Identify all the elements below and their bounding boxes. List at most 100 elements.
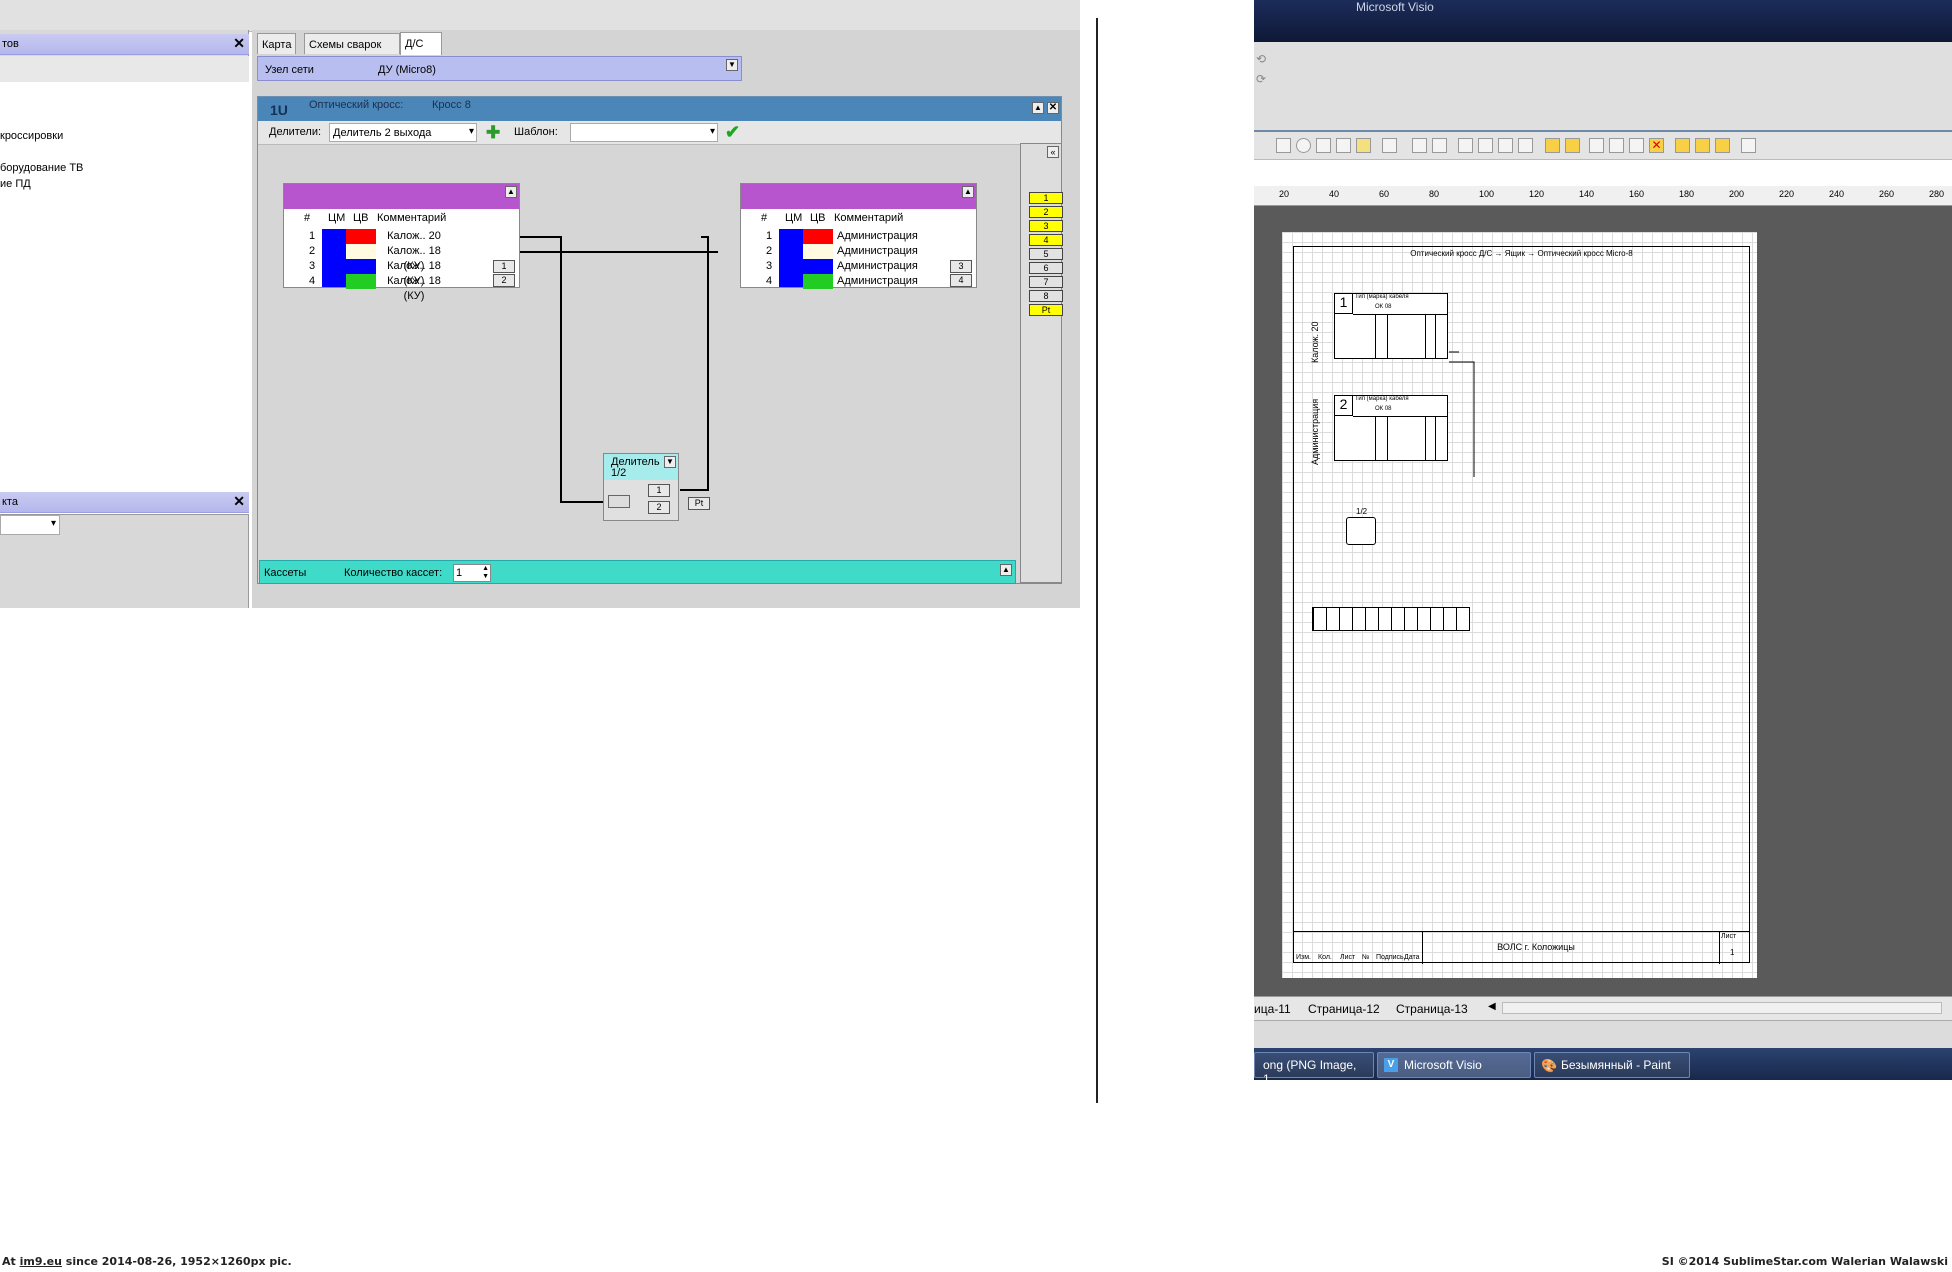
port-list-item[interactable]: 8 xyxy=(1029,290,1063,302)
block-side-label: Калож. 20 xyxy=(1310,321,1320,363)
objects-panel-toolbar xyxy=(0,56,249,82)
group-tool-icon[interactable] xyxy=(1412,138,1427,153)
taskbar-item-visio[interactable]: V Microsoft Visio xyxy=(1377,1052,1531,1078)
table-row[interactable]: 3 Администрация 3 xyxy=(741,259,976,274)
ribbon-icon[interactable]: ⟳ xyxy=(1256,72,1266,86)
port-box[interactable]: 2 xyxy=(493,274,515,287)
properties-tool-icon[interactable] xyxy=(1741,138,1756,153)
ruler-tick-label: 100 xyxy=(1479,189,1495,199)
visio-splitter[interactable] xyxy=(1346,517,1376,545)
table-row[interactable]: 4 Калож.. 18 (КУ) 2 xyxy=(284,274,519,302)
port-list-item[interactable]: 4 xyxy=(1029,234,1063,246)
footer-source: At im9.eu since 2014-08-26, 1952×1260px … xyxy=(2,1255,292,1268)
layout-tool-icon[interactable] xyxy=(1695,138,1710,153)
footer-link[interactable]: im9.eu xyxy=(20,1255,62,1268)
close-icon[interactable]: ✕ xyxy=(1649,138,1664,153)
port-list-item[interactable]: Pt xyxy=(1029,304,1063,316)
tree-item[interactable]: ие ПД xyxy=(0,178,31,190)
visio-titlebar: Microsoft Visio xyxy=(1254,0,1952,42)
zoom-icon[interactable] xyxy=(1629,138,1644,153)
cassette-count-label: Количество кассет: xyxy=(344,567,443,579)
cable-block-2[interactable]: 2 Тип (марка) кабеля ОК 08 xyxy=(1334,395,1448,461)
cable-block-1[interactable]: 1 Тип (марка) кабеля ОК 08 xyxy=(1334,293,1448,359)
collapse-icon[interactable]: ▲ xyxy=(962,186,974,198)
collapse-icon[interactable]: ▲ xyxy=(1000,564,1012,576)
align-tool-icon[interactable] xyxy=(1518,138,1533,153)
paint-app-icon: 🎨 xyxy=(1541,1058,1558,1073)
delete-shape-icon[interactable] xyxy=(1589,138,1604,153)
connection-tool-icon[interactable] xyxy=(1545,138,1560,153)
chevron-down-icon[interactable]: ▼ xyxy=(664,456,676,468)
app-top-strip xyxy=(0,0,1080,32)
table-row[interactable]: 3 Калож.. 18 (КУ) 1 xyxy=(284,259,519,287)
page-tab[interactable]: Страница-13 xyxy=(1396,1002,1468,1016)
row-comment: Калож.. 18 (КУ) xyxy=(387,275,441,302)
layout-tool-icon[interactable] xyxy=(1675,138,1690,153)
port-box[interactable]: 1 xyxy=(493,260,515,273)
splitter-input-port[interactable] xyxy=(608,495,630,508)
splitter-output-port[interactable]: 1 xyxy=(648,484,670,497)
tree-item[interactable]: борудование ТВ xyxy=(0,162,83,174)
fiber-color-cell xyxy=(346,229,376,244)
row-number: 2 xyxy=(766,245,773,257)
splitter-output-port[interactable]: 2 xyxy=(648,501,670,514)
close-icon[interactable]: ✕ xyxy=(233,35,245,52)
tab-ds[interactable]: Д/С xyxy=(400,32,442,55)
table-row[interactable]: 2 Калож.. 18 (КУ) xyxy=(284,244,519,272)
drawing-canvas[interactable]: Оптический кросс Д/С → Ящик → Оптический… xyxy=(1254,206,1952,996)
ribbon-icon[interactable]: ⟲ xyxy=(1256,52,1266,66)
visio-ports-table[interactable] xyxy=(1312,607,1470,631)
align-tool-icon[interactable] xyxy=(1478,138,1493,153)
tab-map[interactable]: Карта xyxy=(257,33,297,54)
taskbar-item-paint[interactable]: 🎨 Безымянный - Paint xyxy=(1534,1052,1690,1078)
col-comment: Комментарий xyxy=(377,212,447,224)
properties-combo[interactable]: ▾ xyxy=(0,515,60,535)
rectangle-tool-icon[interactable] xyxy=(1276,138,1291,153)
port-box[interactable]: 3 xyxy=(950,260,972,273)
port-list-item[interactable]: 6 xyxy=(1029,262,1063,274)
page-tab[interactable]: Страница-12 xyxy=(1308,1002,1380,1016)
collapse-left-icon[interactable]: « xyxy=(1047,146,1059,158)
cable-frame-right: ▲ # ЦМ ЦВ Комментарий 1 Администрация 2 … xyxy=(740,183,977,289)
object-tree[interactable]: кроссировки борудование ТВ ие ПД xyxy=(0,82,249,515)
page-tab[interactable]: ица-11 xyxy=(1254,1002,1291,1016)
table-row[interactable]: 1 Администрация xyxy=(741,229,976,244)
table-row[interactable]: 1 Калож.. 20 xyxy=(284,229,519,244)
triangle-tool-icon[interactable] xyxy=(1609,138,1624,153)
block-subheader: ОК 08 xyxy=(1375,304,1392,310)
ellipse-tool-icon[interactable] xyxy=(1296,138,1311,153)
align-tool-icon[interactable] xyxy=(1458,138,1473,153)
port-list-item[interactable]: 1 xyxy=(1029,192,1063,204)
port-list-item[interactable]: 3 xyxy=(1029,220,1063,232)
layout-tool-icon[interactable] xyxy=(1715,138,1730,153)
port-list-item[interactable]: 7 xyxy=(1029,276,1063,288)
connection-tool-icon[interactable] xyxy=(1565,138,1580,153)
pt-port[interactable]: Pt xyxy=(688,497,710,510)
table-row[interactable]: 4 Администрация 4 xyxy=(741,274,976,289)
footer-prefix: At xyxy=(2,1255,20,1268)
tab-splice-schemes[interactable]: Схемы сварок xyxy=(304,33,400,54)
collapse-icon[interactable]: ▲ xyxy=(505,186,517,198)
taskbar-item-browser[interactable]: ong (PNG Image, 1... xyxy=(1254,1052,1374,1086)
splitter-block[interactable]: Делитель 1/2 ▼ 1 2 xyxy=(603,453,679,521)
ruler-tick-label: 180 xyxy=(1679,189,1695,199)
tree-item[interactable]: кроссировки xyxy=(0,130,63,142)
arc-tool-icon[interactable] xyxy=(1336,138,1351,153)
fiber-color-cell xyxy=(346,274,376,289)
port-list-item[interactable]: 5 xyxy=(1029,248,1063,260)
port-list-item[interactable]: 2 xyxy=(1029,206,1063,218)
horizontal-scrollbar[interactable] xyxy=(1502,1002,1942,1014)
connector-line xyxy=(1449,361,1475,477)
ungroup-tool-icon[interactable] xyxy=(1432,138,1447,153)
chevron-down-icon[interactable]: ▼ xyxy=(726,59,738,71)
scroll-left-icon[interactable]: ◀ xyxy=(1488,1001,1496,1012)
close-icon[interactable]: ✕ xyxy=(233,493,245,510)
pencil-tool-icon[interactable] xyxy=(1356,138,1371,153)
fill-tool-icon[interactable] xyxy=(1382,138,1397,153)
table-row[interactable]: 2 Администрация xyxy=(741,244,976,259)
align-tool-icon[interactable] xyxy=(1498,138,1513,153)
port-box[interactable]: 4 xyxy=(950,274,972,287)
line-tool-icon[interactable] xyxy=(1316,138,1331,153)
cassette-count-stepper[interactable]: 1 ▲ ▼ xyxy=(453,564,491,582)
stepper-arrows-icon[interactable]: ▲ ▼ xyxy=(482,565,489,581)
